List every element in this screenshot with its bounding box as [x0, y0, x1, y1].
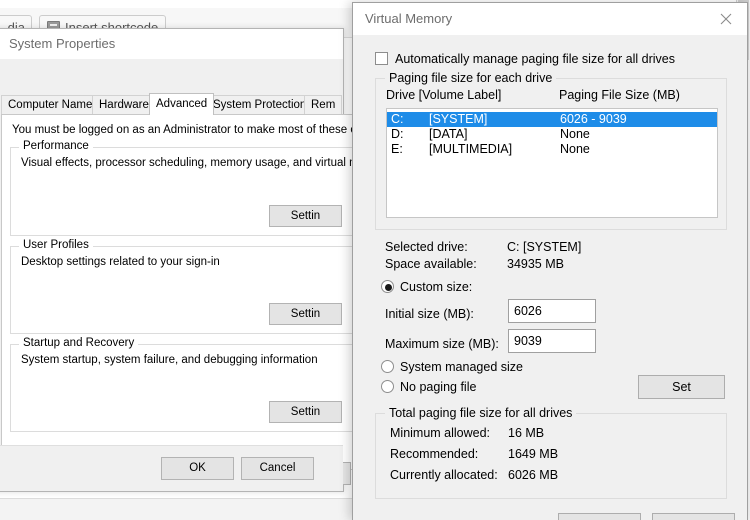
tab-system-protection[interactable]: System Protection [206, 95, 314, 115]
initial-size-input[interactable] [508, 299, 596, 323]
tab-remote[interactable]: Rem [304, 95, 343, 115]
user-profiles-group-title: User Profiles [19, 239, 93, 251]
paging-file-per-drive-group-title: Paging file size for each drive [385, 71, 557, 85]
custom-size-radio[interactable] [381, 280, 394, 293]
close-button[interactable] [705, 3, 747, 33]
drive-list-row[interactable]: C: [SYSTEM] 6026 - 9039 [387, 112, 717, 127]
total-paging-file-group: Total paging file size for all drives Mi… [375, 406, 727, 499]
tab-computer-name[interactable]: Computer Name [1, 95, 100, 115]
selected-drive-info: Selected drive: C: [SYSTEM] Space availa… [385, 240, 715, 276]
drive-list-row[interactable]: D: [DATA] None [387, 127, 717, 142]
recommended-value: 1649 MB [508, 447, 559, 461]
set-button[interactable]: Set [638, 375, 725, 399]
minimum-allowed-value: 16 MB [508, 426, 545, 440]
system-properties-window: System Properties Computer Name Hardware… [0, 28, 359, 492]
system-properties-tabstrip: Computer Name Hardware Advanced System P… [1, 93, 361, 115]
space-available-value: 34935 MB [507, 257, 564, 271]
virtual-memory-ok-button[interactable]: OK [558, 513, 641, 520]
drive-letter: D: [391, 127, 404, 141]
tab-hardware[interactable]: Hardware [92, 95, 156, 115]
virtual-memory-title: Virtual Memory [365, 11, 453, 26]
drive-list[interactable]: C: [SYSTEM] 6026 - 9039 D: [DATA] None E… [386, 108, 718, 218]
space-available-label: Space available: [385, 257, 477, 271]
system-managed-size-label: System managed size [400, 360, 523, 374]
initial-size-label: Initial size (MB): [385, 307, 474, 321]
virtual-memory-cancel-button[interactable]: Cancel [652, 513, 735, 520]
recommended-label: Recommended: [390, 447, 479, 461]
no-paging-file-radio[interactable] [381, 380, 394, 393]
drive-volume-label: [SYSTEM] [429, 112, 488, 126]
drive-paging-size: None [560, 142, 590, 156]
startup-recovery-group: Startup and Recovery System startup, sys… [10, 337, 354, 432]
startup-recovery-group-description: System startup, system failure, and debu… [21, 354, 318, 366]
system-managed-size-radio[interactable] [381, 360, 394, 373]
minimum-allowed-row: Minimum allowed: 16 MB [390, 426, 710, 447]
maximum-size-input[interactable] [508, 329, 596, 353]
system-properties-ok-button[interactable]: OK [161, 457, 234, 480]
user-profiles-group: User Profiles Desktop settings related t… [10, 239, 354, 334]
drive-list-row[interactable]: E: [MULTIMEDIA] None [387, 142, 717, 157]
performance-settings-button[interactable]: Settin [269, 205, 342, 227]
currently-allocated-value: 6026 MB [508, 468, 559, 482]
maximum-size-label: Maximum size (MB): [385, 337, 499, 351]
performance-group-title: Performance [19, 140, 93, 152]
performance-group: Performance Visual effects, processor sc… [10, 140, 359, 236]
total-paging-file-group-title: Total paging file size for all drives [385, 406, 577, 420]
drive-paging-size: None [560, 127, 590, 141]
administrator-note: You must be logged on as an Administrato… [12, 124, 357, 136]
selected-drive-value: C: [SYSTEM] [507, 240, 582, 254]
system-properties-footer: OK Cancel [0, 445, 343, 491]
auto-manage-paging-checkbox[interactable] [375, 52, 388, 65]
column-header-drive: Drive [Volume Label] [386, 88, 502, 102]
recommended-row: Recommended: 1649 MB [390, 447, 710, 468]
selected-drive-label: Selected drive: [385, 240, 468, 254]
column-header-paging-file-size: Paging File Size (MB) [559, 88, 680, 102]
no-paging-file-label: No paging file [400, 380, 477, 394]
currently-allocated-row: Currently allocated: 6026 MB [390, 468, 710, 489]
startup-recovery-group-title: Startup and Recovery [19, 337, 139, 349]
minimum-allowed-label: Minimum allowed: [390, 426, 491, 440]
space-available-row: Space available: 34935 MB [385, 257, 715, 274]
custom-size-radio-row[interactable]: Custom size: [381, 280, 472, 294]
tab-advanced[interactable]: Advanced [149, 93, 215, 115]
screen: dia Insert shortcode System Properties C… [0, 0, 750, 520]
selected-drive-row: Selected drive: C: [SYSTEM] [385, 240, 715, 257]
close-icon [720, 13, 732, 25]
drive-paging-size: 6026 - 9039 [560, 112, 627, 126]
no-paging-file-radio-row[interactable]: No paging file [381, 380, 476, 394]
performance-group-description: Visual effects, processor scheduling, me… [21, 157, 359, 169]
user-profiles-group-description: Desktop settings related to your sign-in [21, 256, 220, 268]
system-managed-size-radio-row[interactable]: System managed size [381, 360, 523, 374]
drive-volume-label: [MULTIMEDIA] [429, 142, 513, 156]
currently-allocated-label: Currently allocated: [390, 468, 498, 482]
custom-size-label: Custom size: [400, 280, 473, 294]
system-properties-body: Computer Name Hardware Advanced System P… [0, 59, 359, 485]
drive-letter: E: [391, 142, 403, 156]
virtual-memory-titlebar[interactable]: Virtual Memory [353, 3, 747, 35]
virtual-memory-dialog: Virtual Memory Automatically manage pagi… [352, 2, 748, 520]
user-profiles-settings-button[interactable]: Settin [269, 303, 342, 325]
paging-file-per-drive-group: Paging file size for each drive Drive [V… [375, 71, 727, 230]
advanced-tab-page: You must be logged on as an Administrato… [1, 114, 359, 470]
drive-volume-label: [DATA] [429, 127, 468, 141]
system-properties-cancel-button[interactable]: Cancel [241, 457, 314, 480]
auto-manage-paging-checkbox-row[interactable]: Automatically manage paging file size fo… [375, 52, 675, 70]
virtual-memory-body: Automatically manage paging file size fo… [353, 35, 747, 520]
drive-letter: C: [391, 112, 404, 126]
system-properties-title: System Properties [9, 36, 116, 51]
system-properties-titlebar[interactable]: System Properties [0, 29, 343, 59]
startup-recovery-settings-button[interactable]: Settin [269, 401, 342, 423]
auto-manage-paging-label: Automatically manage paging file size fo… [395, 52, 675, 66]
